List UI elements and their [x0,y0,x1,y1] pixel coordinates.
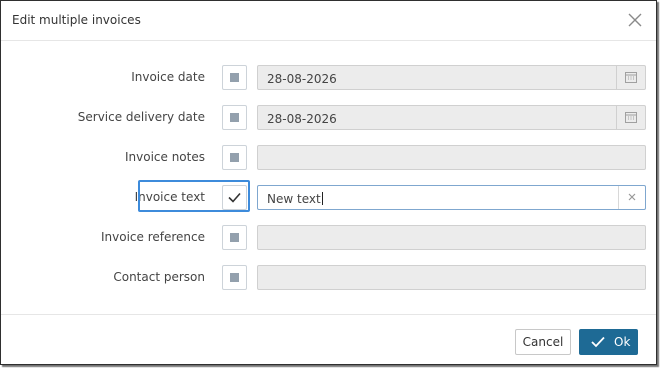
checkmark-icon [228,192,241,203]
cancel-button[interactable]: Cancel [515,329,571,355]
invoice-notes-input [257,145,646,170]
unchecked-square-icon [230,233,239,242]
unchecked-square-icon [230,113,239,122]
dialog-header: Edit multiple invoices [1,1,656,41]
calendar-icon [616,66,645,89]
field-value: New text [267,192,321,206]
clear-icon[interactable] [618,186,645,209]
dialog-footer: Cancel Ok [1,314,656,365]
field-label: Invoice notes [124,150,205,164]
field-row-service-delivery-date: Service delivery date 28-08-2026 [1,104,656,132]
invoice-reference-input [257,225,646,250]
calendar-icon [616,106,645,129]
field-row-contact-person: Contact person [1,264,656,292]
edit-multiple-invoices-dialog: Edit multiple invoices Invoice date 28-0… [0,0,657,365]
field-label: Service delivery date [77,110,205,124]
field-checkbox[interactable] [222,105,247,130]
ok-button[interactable]: Ok [579,329,638,355]
invoice-text-input[interactable]: New text [257,185,646,210]
field-value: 28-08-2026 [267,112,337,126]
field-label: Invoice text [134,190,205,204]
dialog-title: Edit multiple invoices [12,13,141,27]
unchecked-square-icon [230,153,239,162]
field-label: Invoice date [131,70,205,84]
field-checkbox[interactable] [222,65,247,90]
field-row-invoice-notes: Invoice notes [1,144,656,172]
field-checkbox[interactable] [222,145,247,170]
field-value: 28-08-2026 [267,72,337,86]
checkmark-icon [591,336,605,348]
invoice-date-input: 28-08-2026 [257,65,646,90]
service-delivery-date-input: 28-08-2026 [257,105,646,130]
contact-person-input [257,265,646,290]
field-checkbox[interactable] [222,265,247,290]
unchecked-square-icon [230,273,239,282]
field-checkbox[interactable] [222,225,247,250]
field-checkbox-checked[interactable] [222,185,247,210]
close-icon[interactable] [626,11,644,29]
field-label: Contact person [113,270,205,284]
field-row-invoice-reference: Invoice reference [1,224,656,252]
field-label: Invoice reference [100,230,205,244]
ok-button-label: Ok [614,335,631,349]
field-row-invoice-date: Invoice date 28-08-2026 [1,64,656,92]
text-caret [321,192,323,205]
unchecked-square-icon [230,73,239,82]
field-row-invoice-text: Invoice text New text [1,184,656,212]
